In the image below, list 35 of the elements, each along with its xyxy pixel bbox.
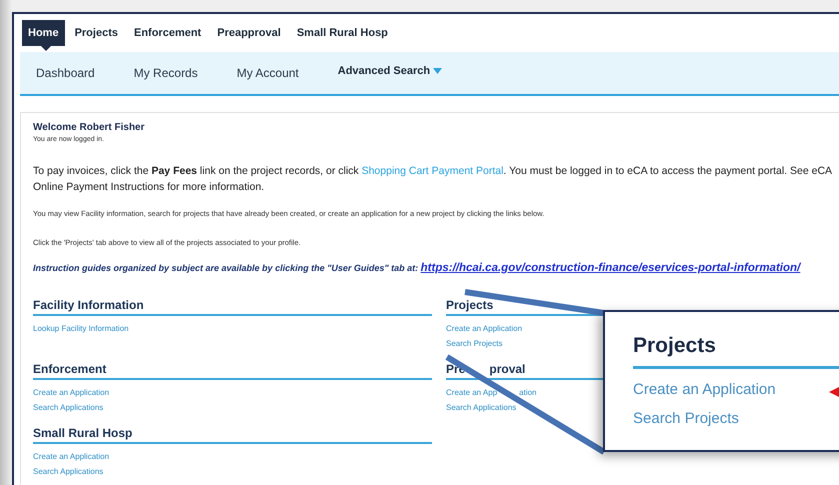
section-heading: Small Rural Hosp bbox=[33, 426, 432, 444]
caret-icon bbox=[433, 68, 442, 74]
section-link[interactable]: ation bbox=[519, 385, 537, 400]
section-heading: Projects bbox=[446, 298, 494, 312]
tab-pointer-icon bbox=[41, 46, 51, 51]
nav-tab[interactable]: Home bbox=[22, 20, 65, 46]
section-link[interactable]: Create an Application bbox=[33, 385, 432, 400]
pointer-arrow bbox=[829, 386, 839, 398]
welcome-heading: Welcome Robert Fisher bbox=[33, 122, 146, 133]
portal-information-link[interactable]: https://hcai.ca.gov/construction-finance/eservices-portal-information/ bbox=[420, 262, 800, 274]
sub-nav-link[interactable]: My Records bbox=[134, 66, 198, 80]
nav-tab[interactable]: Preapproval bbox=[211, 20, 287, 46]
section-link[interactable]: Search Applications bbox=[446, 400, 516, 415]
nav-tab[interactable]: Enforcement bbox=[128, 20, 208, 46]
sub-nav-link[interactable]: My Account bbox=[236, 66, 299, 80]
section-link[interactable]: Create an App bbox=[446, 385, 498, 400]
section-heading: proval bbox=[489, 362, 526, 376]
section-link[interactable]: Lookup Facility Information bbox=[33, 321, 432, 336]
section-link[interactable]: Create an Application bbox=[446, 321, 522, 336]
callout-link[interactable]: Create an Application bbox=[633, 375, 839, 404]
section-link[interactable]: Search Applications bbox=[33, 464, 432, 479]
section-link[interactable]: Search Projects bbox=[446, 336, 502, 351]
payment-instructions: To pay invoices, click the Pay Fees link on the project records, or click Shopping Cart Payment Portal. You must be logged in to eCA to access the payment portal. See eCA Online Payment Instructions for more information. bbox=[33, 164, 833, 195]
callout-heading: Projects bbox=[633, 334, 839, 369]
section-heading: Facility Information bbox=[33, 298, 432, 316]
section-link[interactable]: Create an Application bbox=[33, 449, 432, 464]
advanced-search-dropdown[interactable]: Advanced Search bbox=[338, 64, 442, 82]
guides-text: Instruction guides organized by subject are available by clicking the "User Guides" tab at: bbox=[33, 263, 418, 273]
nav-tab[interactable]: Small Rural Hosp bbox=[290, 20, 394, 46]
payment-portal-link[interactable]: Shopping Cart Payment Portal bbox=[362, 165, 504, 177]
section-heading: Enforcement bbox=[33, 362, 432, 380]
nav-tab[interactable]: Projects bbox=[68, 20, 124, 46]
sub-nav-link[interactable]: Dashboard bbox=[36, 66, 95, 80]
callout-link[interactable]: Search Projects bbox=[633, 404, 839, 433]
section-link[interactable]: Search Applications bbox=[33, 400, 432, 415]
